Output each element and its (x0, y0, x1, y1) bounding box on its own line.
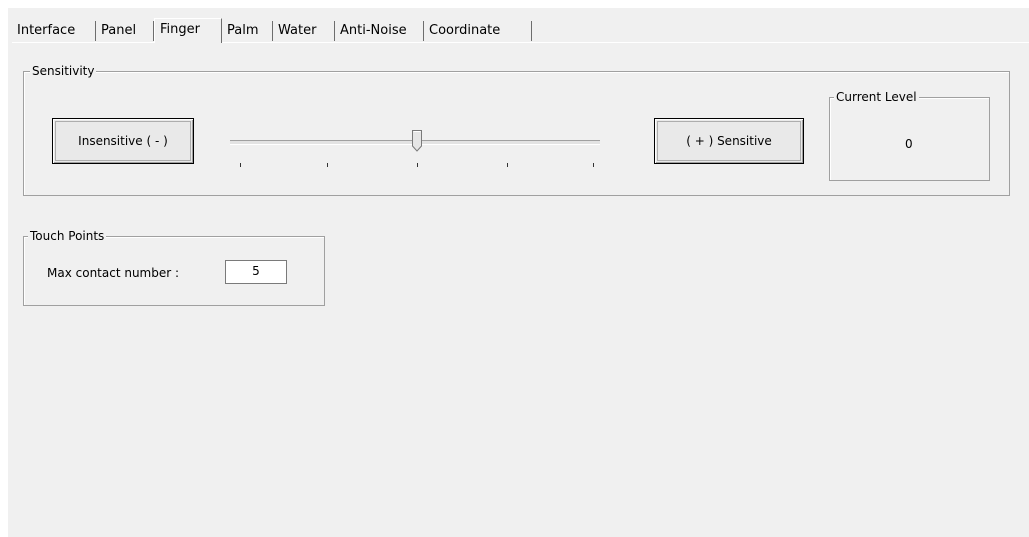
tab-palm[interactable]: Palm (222, 21, 273, 41)
max-contact-field[interactable]: 5 (225, 260, 287, 284)
current-level-value: 0 (905, 137, 913, 151)
tab-finger[interactable]: Finger (154, 18, 222, 43)
slider-tick (327, 163, 328, 167)
current-level-title: Current Level (834, 89, 919, 105)
sensitivity-slider[interactable] (230, 125, 600, 171)
sensitivity-group-title: Sensitivity (30, 63, 97, 79)
slider-tick (593, 163, 594, 167)
slider-tick (507, 163, 508, 167)
tab-interface[interactable]: Interface (12, 21, 96, 41)
slider-tick (417, 163, 418, 167)
tab-coordinate[interactable]: Coordinate (424, 21, 532, 41)
tab-water[interactable]: Water (273, 21, 335, 41)
slider-tick (240, 163, 241, 167)
tab-panel[interactable]: Panel (96, 21, 154, 41)
finger-settings-window: Interface Panel Finger Palm Water Anti-N… (8, 8, 1029, 537)
slider-thumb[interactable] (411, 130, 422, 152)
max-contact-label: Max contact number : (47, 266, 180, 280)
touch-points-title: Touch Points (28, 228, 107, 244)
sensitive-button[interactable]: ( + ) Sensitive (654, 118, 804, 164)
insensitive-button[interactable]: Insensitive ( - ) (52, 118, 194, 164)
tab-strip: Interface Panel Finger Palm Water Anti-N… (12, 18, 1012, 43)
tab-anti-noise[interactable]: Anti-Noise (335, 21, 424, 41)
